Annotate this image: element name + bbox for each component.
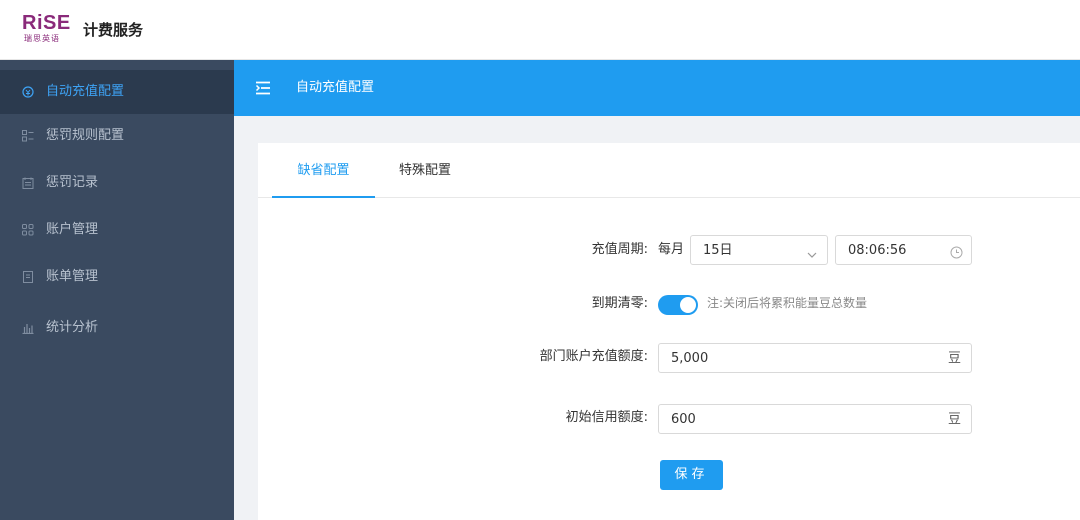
sidebar: 自动充值配置 惩罚规则配置 惩罚记录 账户管理 账单管理 统计分析: [0, 60, 234, 520]
cycle-prefix: 每月: [658, 242, 685, 257]
sidebar-item-account-management[interactable]: 账户管理: [0, 208, 234, 252]
page-title-bar: 自动充值配置: [234, 60, 1080, 116]
sidebar-item-statistics[interactable]: 统计分析: [0, 306, 234, 350]
sidebar-item-label: 惩罚规则配置: [46, 128, 125, 143]
menu-fold-icon[interactable]: [254, 79, 272, 97]
credit-input[interactable]: 600 豆: [658, 404, 972, 434]
toggle-knob: [680, 297, 696, 313]
top-header: RiSE 瑞思英语 计费服务: [0, 0, 1080, 60]
sidebar-item-auto-recharge[interactable]: 自动充值配置: [0, 70, 234, 114]
tab-bar: 缺省配置 特殊配置: [258, 143, 1080, 198]
expire-note: 注:关闭后将累积能量豆总数量: [707, 296, 868, 310]
sidebar-item-penalty-records[interactable]: 惩罚记录: [0, 161, 234, 205]
sidebar-item-bill-management[interactable]: 账单管理: [0, 255, 234, 299]
cycle-day-value: 15日: [703, 243, 733, 258]
rules-icon: [22, 130, 34, 142]
grid-icon: [22, 224, 34, 236]
dept-amount-label: 部门账户充值额度:: [539, 349, 648, 364]
sidebar-item-label: 账户管理: [46, 222, 99, 237]
dept-amount-unit: 豆: [947, 351, 961, 366]
credit-value: 600: [671, 412, 696, 427]
record-icon: [22, 177, 34, 189]
bill-icon: [22, 271, 34, 283]
app-title: 计费服务: [83, 21, 144, 39]
chevron-down-icon: [807, 245, 817, 264]
clock-icon: [950, 244, 963, 263]
dept-amount-value: 5,000: [671, 351, 709, 366]
sidebar-item-penalty-rules[interactable]: 惩罚规则配置: [0, 114, 234, 158]
cycle-time-picker[interactable]: 08:06:56: [835, 235, 972, 265]
rise-logo[interactable]: RiSE 瑞思英语: [22, 12, 70, 46]
sidebar-item-label: 统计分析: [46, 320, 99, 335]
config-card: 缺省配置 特殊配置 充值周期: 每月 15日 08:06:56 到期清零: 注:…: [258, 143, 1080, 520]
sidebar-item-label: 惩罚记录: [46, 175, 99, 190]
dept-amount-input[interactable]: 5,000 豆: [658, 343, 972, 373]
expire-reset-toggle[interactable]: [658, 295, 698, 315]
expire-label: 到期清零:: [591, 296, 648, 311]
page-title: 自动充值配置: [296, 80, 375, 95]
tab-default-config[interactable]: 缺省配置: [272, 143, 375, 198]
cycle-label: 充值周期:: [591, 242, 648, 257]
chart-icon: [22, 322, 34, 334]
credit-label: 初始信用额度:: [565, 410, 648, 425]
tab-special-config[interactable]: 特殊配置: [385, 143, 465, 198]
recharge-icon: [22, 86, 34, 98]
cycle-time-value: 08:06:56: [848, 243, 907, 258]
sidebar-item-label: 自动充值配置: [46, 84, 125, 99]
credit-unit: 豆: [947, 412, 961, 427]
logo-subtitle: 瑞思英语: [24, 34, 60, 43]
cycle-day-select[interactable]: 15日: [690, 235, 828, 265]
logo-wordmark: RiSE: [22, 12, 71, 34]
sidebar-item-label: 账单管理: [46, 269, 99, 284]
save-button[interactable]: 保存: [660, 460, 723, 490]
